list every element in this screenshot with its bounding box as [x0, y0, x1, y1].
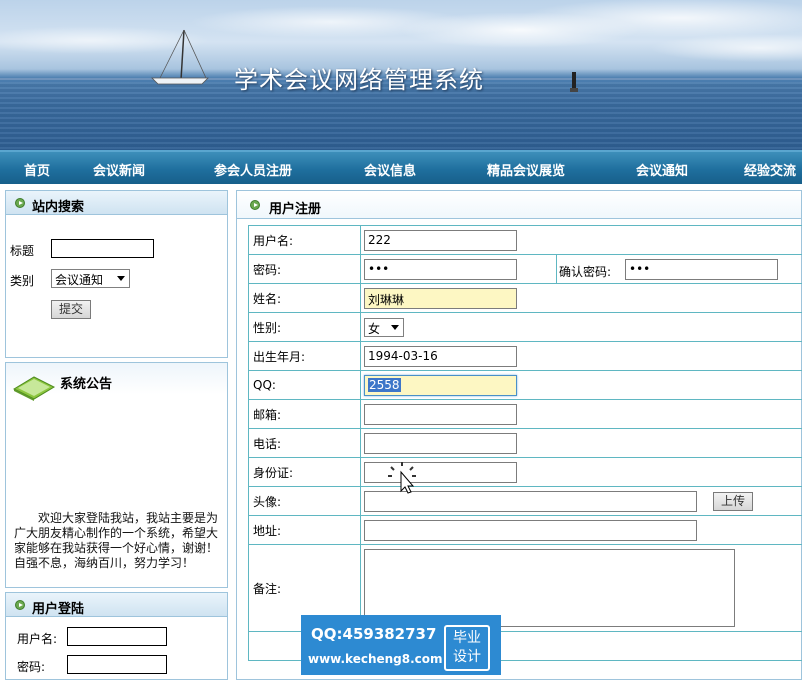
table-row: 邮箱: [248, 399, 802, 429]
table-row: 头像: 上传 [248, 486, 802, 516]
search-panel-header: 站内搜索 [6, 191, 227, 215]
site-title: 学术会议网络管理系统 [234, 66, 484, 94]
search-submit-button[interactable]: 提交 [51, 300, 91, 319]
arrow-bullet-icon [250, 200, 260, 210]
search-panel: 站内搜索 标题 类别 会议通知 提交 [5, 190, 228, 358]
password-input[interactable]: ••• [364, 259, 517, 280]
register-form: 用户名: 222 密码: ••• 确认密码: ••• 姓名: 刘琳琳 性别: 女 [248, 225, 802, 661]
qq-input-value: 2558 [368, 378, 401, 392]
nav-item-meeting-info[interactable]: 会议信息 [364, 160, 416, 179]
table-row: 身份证: [248, 457, 802, 487]
table-row: 密码: ••• 确认密码: ••• [248, 254, 802, 284]
watermark-badge-line2: 设计 [453, 649, 481, 665]
table-row: 电话: [248, 428, 802, 458]
nav-item-exchange[interactable]: 经验交流 [744, 160, 796, 179]
search-panel-title: 站内搜索 [32, 200, 85, 215]
nav-item-home[interactable]: 首页 [24, 160, 50, 179]
sailboat-icon [151, 29, 209, 85]
login-username-label: 用户名: [17, 632, 58, 646]
phone-label: 电话: [248, 428, 361, 458]
birth-label: 出生年月: [248, 341, 361, 371]
table-row: QQ: 2558 [248, 370, 802, 400]
header-banner: 学术会议网络管理系统 [0, 0, 802, 150]
arrow-bullet-icon [15, 600, 25, 610]
buoy-icon [570, 72, 578, 92]
watermark-badge: 毕业 设计 [444, 625, 490, 671]
nav-item-news[interactable]: 会议新闻 [93, 160, 145, 179]
gender-select[interactable]: 女 [364, 318, 404, 337]
upload-button[interactable]: 上传 [713, 492, 753, 511]
table-row: 用户名: 222 [248, 225, 802, 255]
notice-title: 系统公告 [60, 377, 113, 392]
qq-input[interactable]: 2558 [364, 375, 517, 396]
search-title-input[interactable] [51, 239, 154, 258]
login-password-label: 密码: [17, 660, 46, 674]
table-row: 姓名: 刘琳琳 [248, 283, 802, 313]
watermark-badge-line1: 毕业 [453, 630, 481, 646]
arrow-bullet-icon [15, 198, 25, 208]
birth-input[interactable]: 1994-03-16 [364, 346, 517, 367]
name-label: 姓名: [248, 283, 361, 313]
login-password-input[interactable] [67, 655, 167, 674]
search-title-label: 标题 [10, 244, 35, 258]
dropdown-arrow-icon [117, 276, 125, 281]
username-input[interactable]: 222 [364, 230, 517, 251]
nav-item-notices[interactable]: 会议通知 [636, 160, 688, 179]
main-nav: 首页 会议新闻 参会人员注册 会议信息 精品会议展览 会议通知 经验交流 [0, 150, 802, 184]
address-label: 地址: [248, 515, 361, 545]
search-category-value: 会议通知 [55, 273, 104, 287]
register-panel: 用户注册 用户名: 222 密码: ••• 确认密码: ••• 姓名: 刘琳琳 … [236, 190, 802, 680]
confirm-password-input[interactable]: ••• [625, 259, 778, 280]
name-input[interactable]: 刘琳琳 [364, 288, 517, 309]
confirm-password-label: 确认密码: [559, 265, 612, 279]
avatar-input[interactable] [364, 491, 697, 512]
search-category-select[interactable]: 会议通知 [51, 269, 130, 288]
avatar-label: 头像: [248, 486, 361, 516]
register-panel-title: 用户注册 [269, 202, 322, 217]
nav-item-exhibition[interactable]: 精品会议展览 [487, 160, 565, 179]
table-row: 地址: [248, 515, 802, 545]
watermark: QQ:459382737 www.kecheng8.com 毕业 设计 [301, 615, 501, 675]
watermark-qq: QQ:459382737 [311, 625, 437, 643]
gender-label: 性别: [248, 312, 361, 342]
search-category-label: 类别 [10, 274, 35, 288]
password-label: 密码: [248, 254, 361, 284]
busy-cursor-icon [388, 462, 416, 494]
qq-label: QQ: [248, 370, 361, 400]
email-label: 邮箱: [248, 399, 361, 429]
id-card-label: 身份证: [248, 457, 361, 487]
book-icon [12, 376, 56, 401]
phone-input[interactable] [364, 433, 517, 454]
gender-value: 女 [368, 322, 381, 336]
notice-panel: 系统公告 欢迎大家登陆我站，我站主要是为广大朋友精心制作的一个系统，希望大家能够… [5, 362, 254, 588]
watermark-url: www.kecheng8.com [308, 652, 443, 666]
table-row: 出生年月: 1994-03-16 [248, 341, 802, 371]
login-panel-title: 用户登陆 [32, 602, 85, 617]
login-username-input[interactable] [67, 627, 167, 646]
register-panel-header: 用户注册 [237, 191, 801, 219]
username-label: 用户名: [248, 225, 361, 255]
address-input[interactable] [364, 520, 697, 541]
table-row: 性别: 女 [248, 312, 802, 342]
email-input[interactable] [364, 404, 517, 425]
login-panel: 用户登陆 用户名: 密码: [5, 592, 228, 680]
dropdown-arrow-icon [391, 325, 399, 330]
notice-text: 欢迎大家登陆我站，我站主要是为广大朋友精心制作的一个系统，希望大家能够在我站获得… [14, 511, 254, 570]
login-panel-header: 用户登陆 [6, 593, 227, 617]
nav-item-attendee-register[interactable]: 参会人员注册 [214, 160, 292, 179]
